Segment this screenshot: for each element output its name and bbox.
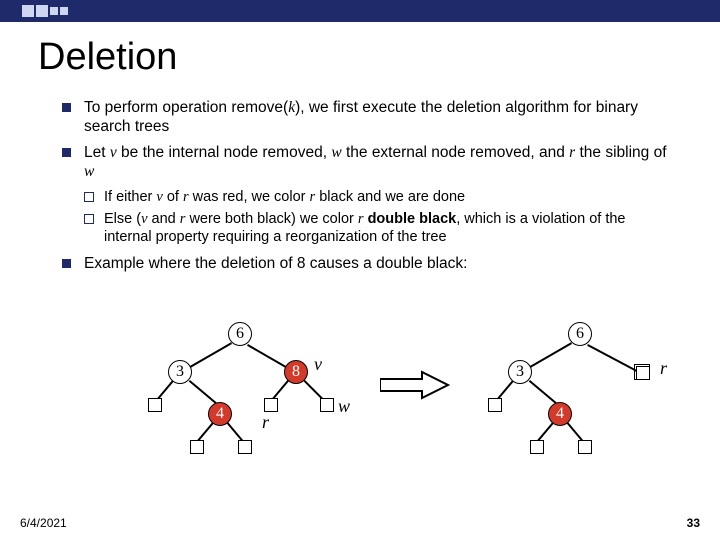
bullet-3: Example where the deletion of 8 causes a… — [62, 254, 674, 273]
subbullet-1: If either v of r was red, we color r bla… — [62, 188, 674, 206]
node-4: 4 — [208, 402, 232, 426]
footer-date: 6/4/2021 — [20, 516, 67, 530]
label-r: r — [660, 358, 667, 379]
topbar-squares — [22, 4, 70, 22]
leaf — [238, 440, 252, 454]
diagram-area: 6 3 8 4 v r w — [0, 322, 720, 492]
tree-before: 6 3 8 4 v r w — [120, 322, 360, 492]
leaf — [264, 398, 278, 412]
page-number: 33 — [687, 516, 700, 530]
node-6: 6 — [568, 322, 592, 346]
node-6: 6 — [228, 322, 252, 346]
leaf — [530, 440, 544, 454]
leaf — [148, 398, 162, 412]
leaf-double-black — [636, 366, 650, 380]
label-r: r — [262, 412, 269, 433]
leaf — [320, 398, 334, 412]
subbullet-2: Else (v and r were both black) we color … — [62, 210, 674, 246]
node-3: 3 — [508, 360, 532, 384]
node-4: 4 — [548, 402, 572, 426]
content-body: To perform operation remove(k), we first… — [62, 98, 674, 279]
leaf — [578, 440, 592, 454]
bullet-2: Let v be the internal node removed, w th… — [62, 143, 674, 182]
label-v: v — [314, 354, 322, 375]
topbar-decoration — [0, 0, 720, 22]
leaf — [488, 398, 502, 412]
tree-after: 6 3 4 r — [460, 322, 680, 492]
slide: Deletion To perform operation remove(k),… — [0, 0, 720, 540]
node-8: 8 — [284, 360, 308, 384]
label-w: w — [338, 396, 350, 417]
page-title: Deletion — [38, 36, 177, 79]
node-3: 3 — [168, 360, 192, 384]
arrow-icon — [380, 370, 450, 400]
bullet-1: To perform operation remove(k), we first… — [62, 98, 674, 137]
leaf — [190, 440, 204, 454]
